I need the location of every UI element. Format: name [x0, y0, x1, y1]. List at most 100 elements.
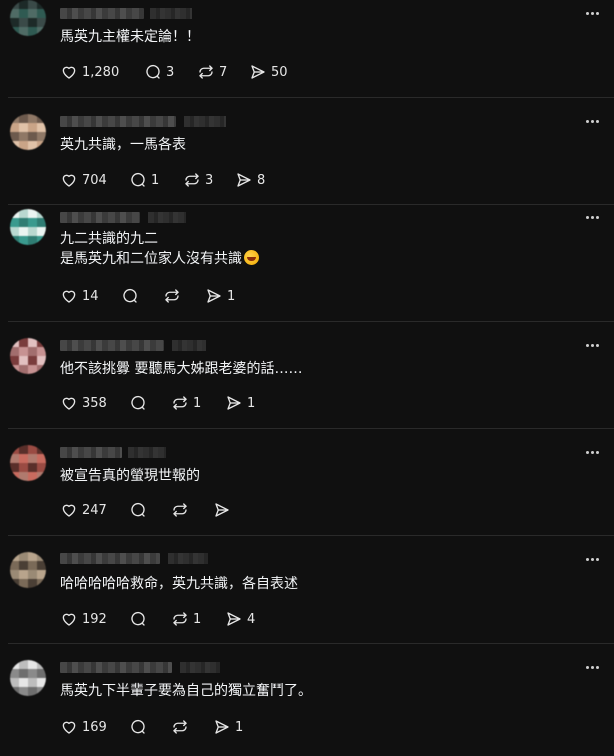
username-blurred[interactable] [60, 340, 164, 351]
more-button[interactable] [582, 340, 602, 350]
post[interactable]: 他不該挑釁 要聽馬大姊跟老婆的話…… 358 1 1 [0, 322, 614, 429]
share-button[interactable]: 1 [225, 392, 255, 414]
like-button[interactable]: 14 [60, 285, 99, 307]
share-button[interactable]: 4 [225, 608, 255, 630]
repost-icon [171, 718, 189, 736]
post[interactable]: 馬英九主權未定論！！ 1,280 3 7 50 [0, 0, 614, 98]
like-count: 169 [82, 719, 107, 735]
avatar[interactable] [10, 114, 46, 150]
share-button[interactable]: 50 [249, 61, 288, 83]
username-blurred[interactable] [60, 662, 172, 673]
avatar[interactable] [10, 445, 46, 481]
avatar[interactable] [10, 660, 46, 696]
username-blurred[interactable] [60, 212, 140, 223]
share-icon [225, 610, 243, 628]
timestamp-blurred [184, 116, 226, 127]
share-count: 1 [247, 395, 256, 411]
post[interactable]: 英九共識，一馬各表 704 1 3 8 [0, 98, 614, 205]
share-icon [225, 394, 243, 412]
repost-button[interactable]: 3 [183, 169, 213, 191]
comment-icon [129, 394, 147, 412]
post[interactable]: 九二共識的九二 是馬英九和二位家人沒有共識 14 1 [0, 205, 614, 322]
repost-icon [171, 394, 189, 412]
share-count: 50 [271, 64, 288, 80]
heart-icon [60, 394, 78, 412]
like-button[interactable]: 169 [60, 716, 107, 738]
reply-count: 3 [166, 64, 175, 80]
avatar[interactable] [10, 338, 46, 374]
share-icon [213, 718, 231, 736]
more-button[interactable] [582, 116, 602, 126]
more-button[interactable] [582, 8, 602, 18]
post-text-line-2: 是馬英九和二位家人沒有共識 [60, 249, 574, 269]
like-count: 247 [82, 502, 107, 518]
post[interactable]: 被宣告真的螢現世報的 247 [0, 429, 614, 536]
like-button[interactable]: 1,280 [60, 61, 119, 83]
more-button[interactable] [582, 212, 602, 222]
reply-button[interactable] [129, 392, 151, 414]
share-button[interactable]: 1 [213, 716, 243, 738]
share-icon [205, 287, 223, 305]
heart-icon [60, 63, 78, 81]
like-count: 14 [82, 288, 99, 304]
share-button[interactable]: 1 [205, 285, 235, 307]
post-text: 九二共識的九二 是馬英九和二位家人沒有共識 [60, 229, 574, 269]
post-text: 馬英九主權未定論！！ [60, 29, 200, 45]
reply-button[interactable] [129, 499, 151, 521]
heart-icon [60, 171, 78, 189]
heart-icon [60, 610, 78, 628]
more-button[interactable] [582, 662, 602, 672]
username-blurred[interactable] [60, 116, 176, 127]
avatar[interactable] [10, 0, 46, 36]
repost-button[interactable] [171, 499, 193, 521]
comment-icon [129, 718, 147, 736]
like-button[interactable]: 704 [60, 169, 107, 191]
repost-count: 1 [193, 611, 202, 627]
more-button[interactable] [582, 554, 602, 564]
repost-button[interactable]: 1 [171, 392, 201, 414]
reply-button[interactable]: 1 [129, 169, 159, 191]
timestamp-blurred [172, 340, 206, 351]
reply-button[interactable] [121, 285, 143, 307]
share-button[interactable]: 8 [235, 169, 265, 191]
repost-button[interactable] [163, 285, 185, 307]
post-text: 英九共識，一馬各表 [60, 137, 186, 153]
like-button[interactable]: 247 [60, 499, 107, 521]
share-icon [249, 63, 267, 81]
like-count: 358 [82, 395, 107, 411]
repost-icon [183, 171, 201, 189]
more-button[interactable] [582, 447, 602, 457]
repost-icon [197, 63, 215, 81]
post[interactable]: 哈哈哈哈哈救命，英九共識，各自表述 192 1 4 [0, 536, 614, 644]
username-blurred[interactable] [60, 553, 160, 564]
repost-button[interactable]: 7 [197, 61, 227, 83]
heart-icon [60, 501, 78, 519]
comment-icon [129, 501, 147, 519]
avatar[interactable] [10, 552, 46, 588]
comment-icon [144, 63, 162, 81]
repost-count: 3 [205, 172, 214, 188]
post-text: 馬英九下半輩子要為自己的獨立奮鬥了。 [60, 683, 312, 699]
post[interactable]: 馬英九下半輩子要為自己的獨立奮鬥了。 169 1 [0, 644, 614, 756]
comment-icon [129, 610, 147, 628]
avatar[interactable] [10, 209, 46, 245]
like-button[interactable]: 192 [60, 608, 107, 630]
like-count: 1,280 [82, 64, 120, 80]
post-text: 被宣告真的螢現世報的 [60, 468, 200, 484]
reply-count: 1 [151, 172, 160, 188]
repost-button[interactable]: 1 [171, 608, 201, 630]
share-button[interactable] [213, 499, 235, 521]
laughing-emoji-icon [244, 250, 259, 265]
like-button[interactable]: 358 [60, 392, 107, 414]
repost-icon [171, 501, 189, 519]
reply-button[interactable] [129, 716, 151, 738]
repost-button[interactable] [171, 716, 193, 738]
username-blurred[interactable] [60, 8, 144, 19]
reply-button[interactable] [129, 608, 151, 630]
reply-button[interactable]: 3 [144, 61, 174, 83]
share-count: 1 [235, 719, 244, 735]
username-blurred[interactable] [60, 447, 122, 458]
comment-icon [121, 287, 139, 305]
repost-count: 1 [193, 395, 202, 411]
timestamp-blurred [128, 447, 166, 458]
